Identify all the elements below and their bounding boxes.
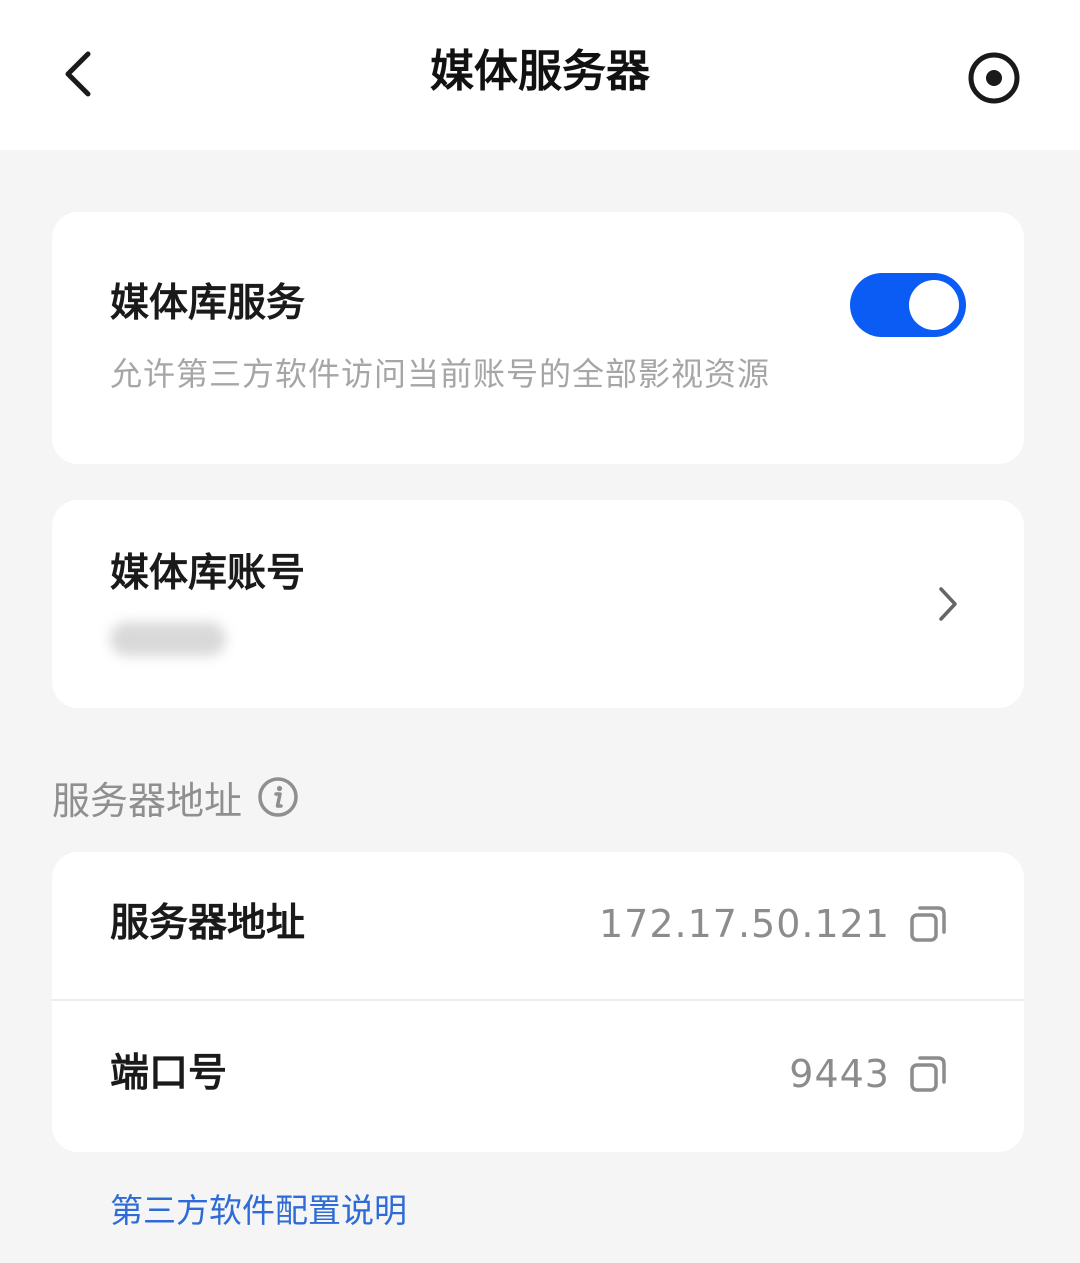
media-account-value-masked [110, 622, 226, 656]
row-divider [52, 999, 1024, 1001]
target-button[interactable] [964, 48, 1024, 108]
media-service-toggle[interactable] [850, 273, 966, 337]
media-service-title: 媒体库服务 [110, 281, 306, 326]
account-chevron-button[interactable] [928, 582, 968, 626]
media-account-title: 媒体库账号 [110, 551, 306, 596]
copy-port-button[interactable] [906, 1052, 950, 1096]
page-title: 媒体服务器 [430, 46, 650, 97]
info-button[interactable] [256, 775, 300, 819]
toggle-knob [909, 280, 959, 330]
media-account-card[interactable]: 媒体库账号 [52, 500, 1024, 708]
port-label: 端口号 [110, 1051, 228, 1096]
top-bar: 媒体服务器 [0, 0, 1080, 150]
copy-icon [910, 1056, 946, 1092]
server-section-title: 服务器地址 [52, 778, 243, 823]
server-address-value: 172.17.50.121 [598, 902, 890, 946]
port-row: 端口号 9443 [52, 1002, 1024, 1150]
chevron-right-icon [939, 587, 957, 621]
port-value: 9443 [789, 1052, 890, 1096]
copy-icon [910, 906, 946, 942]
server-info-card: 服务器地址 172.17.50.121 端口号 9443 [52, 852, 1024, 1152]
server-address-row: 服务器地址 172.17.50.121 [52, 852, 1024, 1001]
copy-address-button[interactable] [906, 902, 950, 946]
config-guide-link[interactable]: 第三方软件配置说明 [110, 1188, 407, 1234]
target-icon [968, 52, 1020, 104]
media-service-description: 允许第三方软件访问当前账号的全部影视资源 [110, 355, 771, 393]
server-section-label: 服务器地址 [52, 770, 300, 824]
media-server-page: 媒体服务器 媒体库服务 允许第三方软件访问当前账号的全部影视资源 媒体库账号 服… [0, 0, 1080, 1263]
server-address-label: 服务器地址 [110, 901, 306, 946]
info-icon [258, 777, 298, 817]
media-service-card: 媒体库服务 允许第三方软件访问当前账号的全部影视资源 [52, 212, 1024, 464]
